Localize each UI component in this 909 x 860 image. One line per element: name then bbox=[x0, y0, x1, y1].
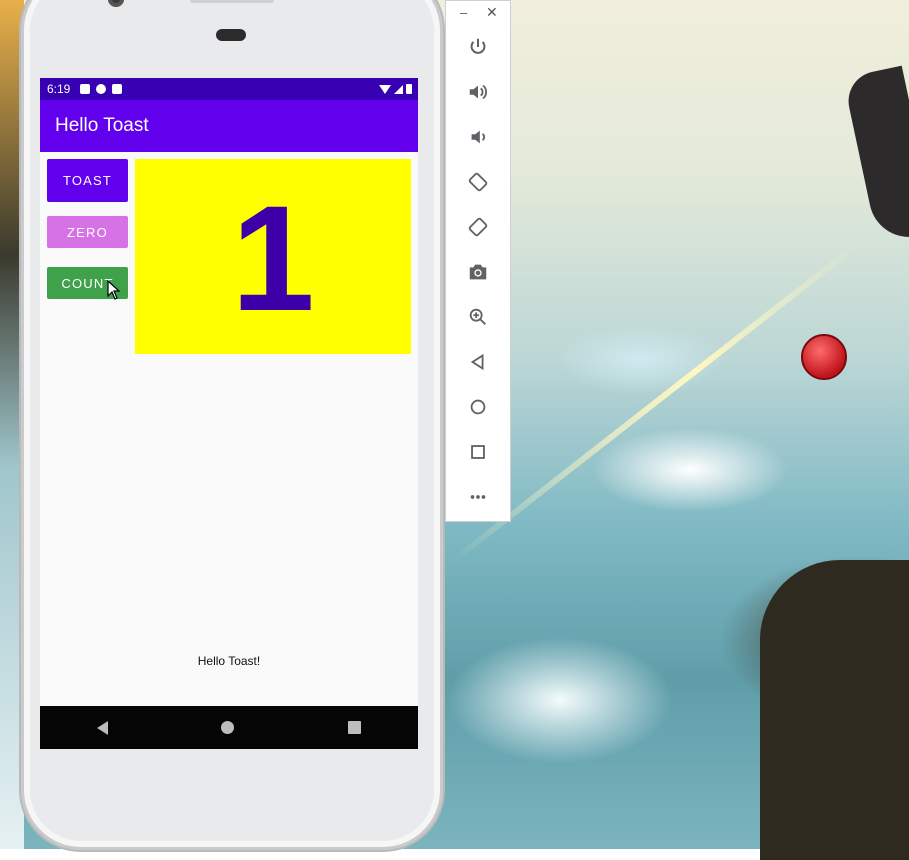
nav-home-icon[interactable] bbox=[221, 721, 235, 734]
wifi-icon bbox=[379, 85, 391, 94]
status-bar: 6:19 bbox=[40, 78, 418, 100]
minimize-icon[interactable]: – bbox=[460, 5, 467, 20]
notification-a-icon bbox=[80, 84, 91, 94]
app-title: Hello Toast bbox=[55, 115, 149, 136]
front-camera-icon bbox=[108, 0, 124, 7]
sd-card-icon bbox=[112, 84, 123, 94]
proximity-sensor bbox=[216, 29, 246, 41]
close-icon[interactable]: ✕ bbox=[486, 4, 498, 21]
back-icon[interactable] bbox=[463, 347, 493, 377]
nav-overview-icon[interactable] bbox=[348, 721, 362, 734]
home-icon[interactable] bbox=[463, 392, 493, 422]
volume-up-icon[interactable] bbox=[463, 77, 493, 107]
volume-down-icon[interactable] bbox=[463, 122, 493, 152]
camera-icon[interactable] bbox=[463, 257, 493, 287]
count-value: 1 bbox=[231, 173, 315, 342]
phone-screen: 6:19 Hello Toast TOAST ZERO COUNT 1 Hell… bbox=[40, 78, 418, 749]
rotate-right-icon[interactable] bbox=[463, 212, 493, 242]
app-bar: Hello Toast bbox=[40, 100, 418, 152]
overview-icon[interactable] bbox=[463, 437, 493, 467]
nav-back-icon[interactable] bbox=[96, 720, 108, 735]
earpiece-speaker bbox=[190, 0, 274, 3]
hello-toast-text: Hello Toast! bbox=[197, 654, 261, 668]
rotate-left-icon[interactable] bbox=[463, 167, 493, 197]
navigation-bar bbox=[40, 706, 418, 749]
zoom-icon[interactable] bbox=[463, 302, 493, 332]
battery-icon bbox=[406, 84, 412, 94]
notification-f-icon bbox=[96, 84, 107, 94]
toast-button[interactable]: TOAST bbox=[47, 159, 128, 202]
zero-button[interactable]: ZERO bbox=[47, 216, 128, 248]
emulator-toolbar: – ✕ bbox=[445, 0, 511, 522]
wallpaper-ball bbox=[801, 334, 847, 380]
status-time: 6:19 bbox=[47, 82, 71, 96]
wallpaper-figure-body bbox=[760, 560, 909, 860]
power-icon[interactable] bbox=[463, 32, 493, 62]
count-display: 1 bbox=[135, 159, 411, 354]
signal-icon bbox=[394, 85, 403, 94]
more-icon[interactable] bbox=[463, 482, 493, 512]
